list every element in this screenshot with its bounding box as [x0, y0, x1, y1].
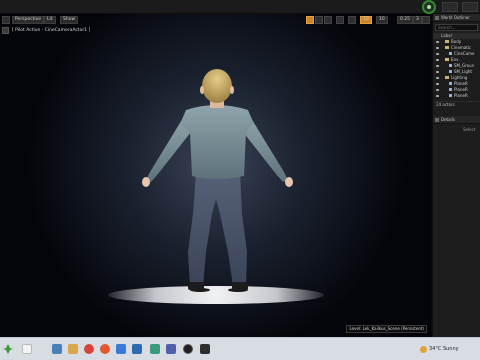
opera-browser-icon[interactable] [84, 344, 94, 354]
editor-window: Perspective Lit Show 10 10 0.25 3 [Pilo… [0, 0, 480, 360]
more-button[interactable] [462, 2, 478, 12]
scene-render [0, 14, 431, 337]
character-head [202, 69, 232, 103]
file-explorer-icon[interactable] [68, 344, 78, 354]
perspective-button[interactable]: Perspective [12, 16, 45, 24]
viewport-options-button[interactable] [2, 16, 10, 24]
light-actor-icon [449, 94, 452, 97]
eye-icon[interactable] [436, 53, 439, 55]
camera-actor-icon [449, 52, 452, 55]
weather-text[interactable]: 34°C Sunny [429, 346, 459, 353]
scale-tool-icon[interactable] [324, 16, 332, 24]
rotation-snap-value: 10 [379, 17, 385, 22]
world-outliner-title: World Outliner [441, 15, 470, 20]
grid-snap-button[interactable]: 10 [360, 16, 372, 24]
settings-button[interactable] [442, 2, 458, 12]
task-view-icon[interactable] [52, 344, 62, 354]
lit-label: Lit [47, 17, 53, 22]
details-title: Details [441, 117, 455, 122]
outliner-search-input[interactable]: Search... [435, 24, 478, 31]
level-label: Level: Lek_Kailkus_Scene (Persistent) [346, 325, 427, 333]
spotlight-floor [108, 286, 324, 304]
folder-icon [445, 76, 449, 79]
start-icon[interactable] [2, 343, 14, 355]
maximize-viewport-icon[interactable] [422, 16, 430, 24]
perspective-label: Perspective [15, 17, 42, 22]
details-header[interactable]: Details [433, 116, 480, 124]
lit-button[interactable]: Lit [44, 16, 56, 24]
eye-icon[interactable] [436, 77, 439, 79]
scale-snap-value: 0.25 [400, 17, 411, 22]
search-icon[interactable] [22, 344, 32, 354]
show-label: Show [63, 17, 76, 22]
eye-icon[interactable] [436, 59, 439, 61]
eye-icon[interactable] [436, 47, 439, 49]
show-button[interactable]: Show [60, 16, 79, 24]
main-toolbar [0, 0, 480, 14]
light-actor-icon [449, 82, 452, 85]
outliner-item-label: PlaneR [454, 93, 468, 98]
level-viewport[interactable]: Perspective Lit Show 10 10 0.25 3 [Pilo… [0, 14, 432, 337]
play-button[interactable] [422, 0, 436, 14]
pilot-text: [ Pilot Active - CineCameraActor1 ] [12, 28, 91, 33]
firefox-browser-icon[interactable] [100, 344, 110, 354]
os-taskbar: 34°C Sunny [0, 337, 480, 360]
eject-pilot-icon[interactable] [2, 27, 9, 34]
eye-icon[interactable] [436, 89, 439, 91]
unreal-engine-icon[interactable] [183, 344, 193, 354]
rotation-snap-button[interactable]: 10 [376, 16, 388, 24]
folder-icon [445, 58, 449, 61]
camera-speed-button[interactable]: 3 [413, 16, 422, 24]
mail-icon[interactable] [132, 344, 142, 354]
folder-icon [445, 46, 449, 49]
app-window-icon[interactable] [200, 344, 210, 354]
eye-icon[interactable] [436, 95, 439, 97]
details-icon [435, 118, 439, 122]
translate-tool-icon[interactable] [306, 16, 314, 24]
outliner-icon [435, 16, 439, 20]
rotate-tool-icon[interactable] [315, 16, 323, 24]
outliner-row[interactable]: PlaneR [433, 93, 480, 99]
column-label-text: Label [441, 33, 452, 38]
app-icon[interactable] [166, 344, 176, 354]
light-actor-icon [449, 88, 452, 91]
edge-browser-icon[interactable] [116, 344, 126, 354]
folder-icon [445, 40, 449, 43]
mesh-actor-icon [449, 70, 452, 73]
world-local-icon[interactable] [336, 16, 344, 24]
eye-icon[interactable] [436, 71, 439, 73]
scale-snap-button[interactable]: 0.25 [397, 16, 414, 24]
sun-icon [420, 346, 427, 353]
eye-icon[interactable] [436, 41, 439, 43]
eye-icon[interactable] [436, 65, 439, 67]
mesh-actor-icon [449, 64, 452, 67]
eye-icon[interactable] [436, 83, 439, 85]
right-panel: World Outliner Search... Label Body Cine… [432, 14, 480, 337]
surface-snap-icon[interactable] [348, 16, 356, 24]
camera-speed-value: 3 [416, 17, 419, 22]
viewport-toolbar: Perspective Lit Show 10 10 0.25 3 [0, 14, 431, 26]
details-select-hint: Select [463, 127, 476, 132]
grid-snap-value: 10 [363, 17, 369, 22]
actors-count: 24 actors [433, 101, 480, 108]
photos-icon[interactable] [150, 344, 160, 354]
outliner-search-placeholder: Search... [438, 25, 456, 30]
world-outliner-header[interactable]: World Outliner [433, 14, 480, 22]
